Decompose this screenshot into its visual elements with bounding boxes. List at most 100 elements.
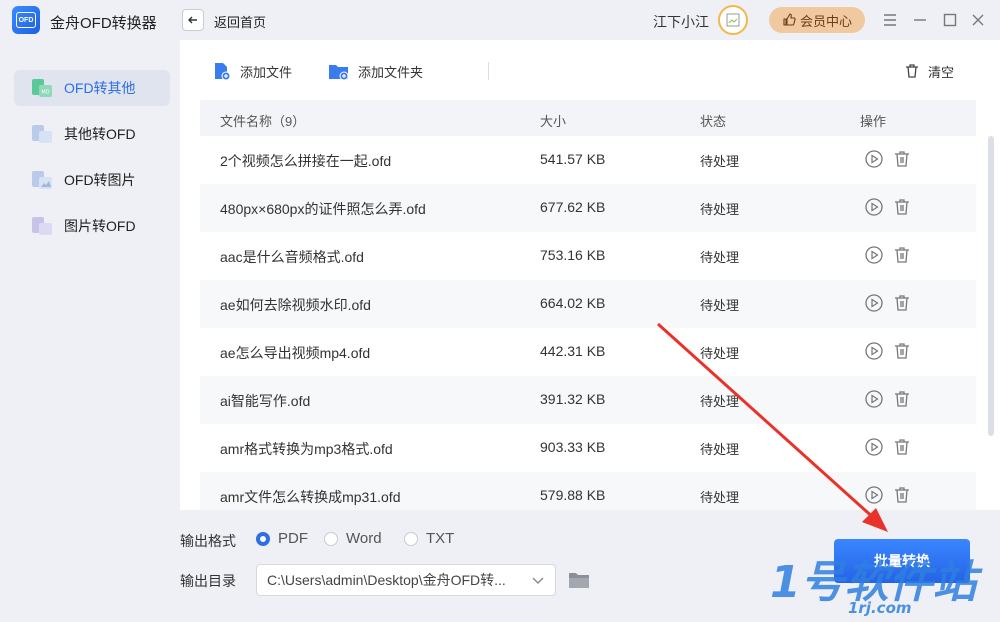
file-status: 待处理: [700, 202, 740, 217]
table-row[interactable]: amr格式转换为mp3格式.ofd 903.33 KB 待处理: [200, 424, 976, 472]
file-size: 903.33 KB: [540, 439, 606, 455]
app-logo-icon: OFD: [12, 6, 40, 34]
table-header: 文件名称（9） 大小 状态 操作: [200, 100, 976, 136]
header-action: 操作: [860, 114, 887, 129]
toolbar-divider: [488, 62, 489, 80]
header-status: 状态: [700, 114, 727, 129]
file-status: 待处理: [700, 298, 740, 313]
file-status: 待处理: [700, 394, 740, 409]
title-bar: OFD 金舟OFD转换器 返回首页 江下小江 会员中心: [0, 0, 1000, 40]
radio-dot: [324, 531, 338, 546]
trash-icon[interactable]: [892, 341, 912, 361]
play-icon[interactable]: [864, 389, 884, 409]
thumbs-up-icon: [783, 13, 796, 26]
add-file-icon: [215, 63, 231, 81]
minimize-icon[interactable]: [910, 10, 930, 30]
add-file-button[interactable]: 添加文件: [212, 60, 292, 82]
arrow-left-icon: [188, 16, 197, 24]
trash-icon[interactable]: [892, 437, 912, 457]
chevron-down-icon[interactable]: [530, 572, 546, 588]
watermark-sub: 1rj.com: [848, 599, 912, 617]
file-name: 2个视频怎么拼接在一起.ofd: [220, 153, 392, 169]
trash-icon[interactable]: [892, 245, 912, 265]
back-home-link[interactable]: 返回首页: [214, 12, 266, 31]
avatar[interactable]: [718, 5, 748, 35]
back-button[interactable]: [182, 9, 204, 31]
file-name: amr文件怎么转换成mp31.ofd: [220, 489, 401, 505]
file-size: 541.57 KB: [540, 151, 606, 167]
vip-center-button[interactable]: 会员中心: [769, 7, 865, 33]
play-icon[interactable]: [864, 341, 884, 361]
format-radio-word[interactable]: Word: [324, 530, 382, 547]
play-icon[interactable]: [864, 245, 884, 265]
svg-text:MD: MD: [41, 90, 49, 96]
file-name: ae怎么导出视频mp4.ofd: [220, 345, 371, 361]
table-row[interactable]: 480px×680px的证件照怎么弄.ofd 677.62 KB 待处理: [200, 184, 976, 232]
file-name: aac是什么音频格式.ofd: [220, 249, 364, 265]
file-status: 待处理: [700, 154, 740, 169]
radio-dot: [404, 531, 418, 546]
sidebar: MD OFD转其他 其他转OFD OFD转图片 图片转OFD: [0, 40, 180, 622]
header-file-name: 文件名称（9）: [220, 114, 306, 129]
file-table-body: 2个视频怎么拼接在一起.ofd 541.57 KB 待处理 480px×680px的证…: [200, 136, 976, 510]
app-title: 金舟OFD转换器: [50, 15, 157, 32]
maximize-icon[interactable]: [940, 10, 960, 30]
image-file-icon: [32, 217, 52, 235]
trash-icon[interactable]: [892, 485, 912, 505]
file-size: 442.31 KB: [540, 343, 606, 359]
table-row[interactable]: ae如何去除视频水印.ofd 664.02 KB 待处理: [200, 280, 976, 328]
file-status: 待处理: [700, 442, 740, 457]
play-icon[interactable]: [864, 485, 884, 505]
file-list-panel: 添加文件 添加文件夹 清空 文件名称（9） 大小 状态 操作 2个视频怎么拼接在…: [180, 40, 1000, 510]
file-size: 677.62 KB: [540, 199, 606, 215]
add-folder-button[interactable]: 添加文件夹: [328, 60, 423, 82]
play-icon[interactable]: [864, 293, 884, 313]
file-size: 753.16 KB: [540, 247, 606, 263]
play-icon[interactable]: [864, 197, 884, 217]
radio-dot: [256, 531, 270, 546]
file-size: 664.02 KB: [540, 295, 606, 311]
play-icon[interactable]: [864, 437, 884, 457]
header-size: 大小: [540, 114, 567, 129]
scrollbar[interactable]: [988, 136, 994, 436]
trash-icon[interactable]: [892, 389, 912, 409]
trash-icon[interactable]: [892, 197, 912, 217]
file-convert-icon: [32, 125, 52, 143]
sidebar-item-ofd-to-other[interactable]: MD OFD转其他: [14, 70, 170, 106]
folder-icon[interactable]: [568, 570, 590, 590]
table-row[interactable]: 2个视频怎么拼接在一起.ofd 541.57 KB 待处理: [200, 136, 976, 184]
file-status: 待处理: [700, 346, 740, 361]
close-icon[interactable]: [968, 10, 988, 30]
format-radio-txt[interactable]: TXT: [404, 530, 454, 547]
broken-image-icon: [726, 13, 740, 27]
play-icon[interactable]: [864, 149, 884, 169]
file-size: 579.88 KB: [540, 487, 606, 503]
table-row[interactable]: amr文件怎么转换成mp31.ofd 579.88 KB 待处理: [200, 472, 976, 510]
format-radio-pdf[interactable]: PDF: [256, 530, 308, 547]
add-folder-icon: [329, 65, 349, 81]
file-name: ae如何去除视频水印.ofd: [220, 297, 371, 313]
username[interactable]: 江下小江: [653, 12, 709, 32]
output-format-label: 输出格式: [180, 533, 236, 549]
table-row[interactable]: aac是什么音频格式.ofd 753.16 KB 待处理: [200, 232, 976, 280]
file-name: amr格式转换为mp3格式.ofd: [220, 441, 393, 457]
image-convert-icon: [32, 171, 52, 189]
file-name: 480px×680px的证件照怎么弄.ofd: [220, 201, 426, 217]
sidebar-item-other-to-ofd[interactable]: 其他转OFD: [14, 116, 170, 152]
file-status: 待处理: [700, 490, 740, 505]
output-dir-select[interactable]: C:\Users\admin\Desktop\金舟OFD转...: [256, 564, 556, 596]
file-name: ai智能写作.ofd: [220, 393, 311, 409]
trash-icon[interactable]: [892, 293, 912, 313]
sidebar-item-ofd-to-image[interactable]: OFD转图片: [14, 162, 170, 198]
site-watermark-logo: 1号软件站 1rj.com: [770, 557, 984, 617]
file-status: 待处理: [700, 250, 740, 265]
trash-icon: [906, 64, 918, 78]
table-row[interactable]: ae怎么导出视频mp4.ofd 442.31 KB 待处理: [200, 328, 976, 376]
menu-icon[interactable]: [880, 10, 900, 30]
trash-icon[interactable]: [892, 149, 912, 169]
ofd-convert-icon: MD: [32, 79, 52, 97]
table-row[interactable]: ai智能写作.ofd 391.32 KB 待处理: [200, 376, 976, 424]
clear-button[interactable]: 清空: [904, 60, 954, 82]
file-size: 391.32 KB: [540, 391, 606, 407]
sidebar-item-image-to-ofd[interactable]: 图片转OFD: [14, 208, 170, 244]
